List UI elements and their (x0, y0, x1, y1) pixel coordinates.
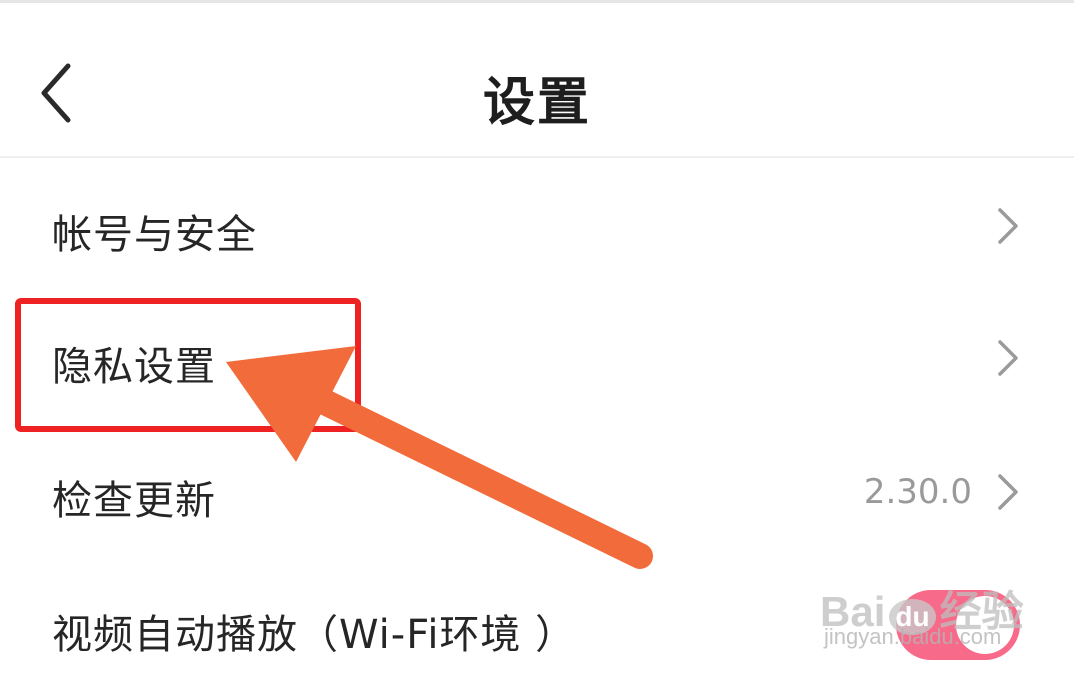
chevron-right-icon (998, 340, 1018, 376)
nav-header: 设置 (0, 3, 1074, 158)
settings-item-label: 帐号与安全 (52, 212, 257, 258)
settings-item-label: 检查更新 (52, 478, 216, 524)
settings-item-check-update[interactable]: 检查更新 2.30.0 (0, 426, 1074, 558)
highlight-box (15, 298, 361, 432)
video-autoplay-toggle[interactable] (896, 590, 1020, 660)
page-title: 设置 (482, 73, 591, 133)
chevron-right-icon (998, 474, 1018, 510)
settings-item-label: 视频自动播放（Wi-Fi环境 ） (52, 612, 577, 658)
settings-item-account-security[interactable]: 帐号与安全 (0, 160, 1074, 292)
version-value: 2.30.0 (863, 472, 972, 512)
chevron-right-icon (998, 208, 1018, 244)
toggle-knob (956, 596, 1014, 654)
